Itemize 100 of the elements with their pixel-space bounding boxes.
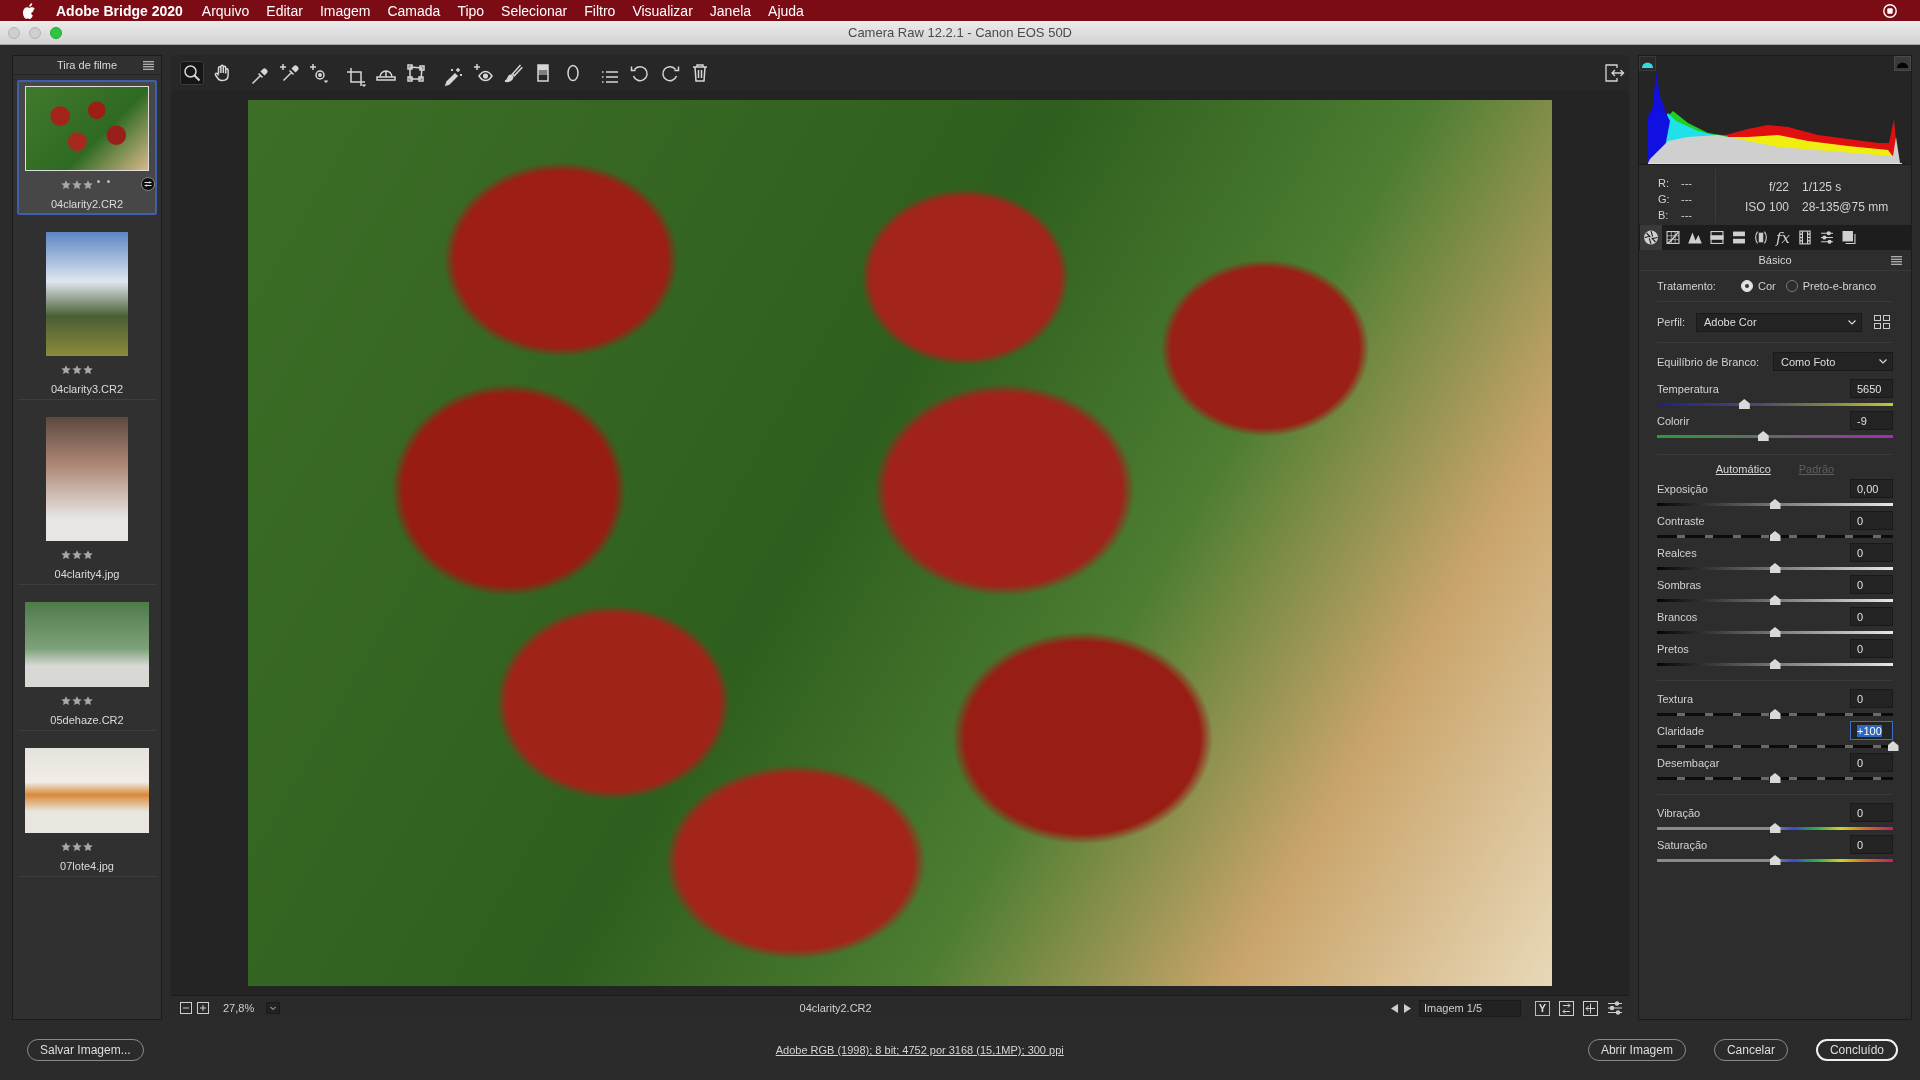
link[interactable]: Automático [1715,463,1771,475]
slider-thumb[interactable] [1769,499,1781,509]
filename-label: 04clarity4.jpg [54,567,120,582]
menu-item[interactable]: Janela [709,2,752,19]
radio-label[interactable]: Cor [1758,280,1776,292]
slider-thumb[interactable] [1738,399,1750,409]
exif-value: 28-135@75 mm [1802,200,1890,214]
zoom-level: 27,8% [223,1002,255,1014]
value-field[interactable]: 0 [1850,835,1893,854]
slider-thumb[interactable] [1769,823,1781,833]
exif-value: 1/125 s [1802,180,1843,194]
filmstrip-item[interactable]: 07lote4.jpg [17,731,157,877]
value-field[interactable]: 0 [1850,511,1893,530]
value-field[interactable]: 0 [1850,543,1893,562]
menu-icon[interactable] [1891,255,1902,265]
slider-thumb[interactable] [1769,773,1781,783]
value-field[interactable]: 0 [1850,575,1893,594]
slider-thumb[interactable] [1769,531,1781,541]
filename-label: 04clarity2.CR2 [50,197,124,212]
swap-icon[interactable] [1559,1000,1574,1016]
slider-label: Exposição [1657,482,1708,495]
caret-icon [1879,359,1887,364]
highlight-clipping-icon[interactable] [1894,56,1911,71]
menu-item[interactable]: Editar [266,2,303,19]
slider-thumb[interactable] [1769,659,1781,669]
star-icon [72,180,82,190]
fx-tab[interactable]: fx [1772,225,1794,250]
shadow-clipping-icon[interactable] [1639,56,1656,71]
profile-dropdown[interactable]: Adobe Cor [1696,312,1862,332]
star-icon [61,180,71,190]
save-image-button[interactable]: Salvar Imagem... [27,1039,144,1061]
slider-label: Textura [1657,692,1694,705]
slider-thumb[interactable] [1769,595,1781,605]
apple-icon[interactable] [22,2,36,19]
open-image-button[interactable]: Abrir Imagem [1587,1039,1686,1061]
arrow-box-icon[interactable] [1583,1000,1598,1016]
filename-label: 07lote4.jpg [60,859,114,874]
star-rating[interactable] [61,696,93,706]
value-field[interactable]: -9 [1850,411,1893,430]
window-title: Camera Raw 12.2.1 - Canon EOS 50D [847,25,1073,40]
panel-title: Básico [1757,254,1793,266]
value-field[interactable]: 0 [1850,803,1893,822]
previous-icon[interactable] [1391,1003,1398,1013]
menu-item[interactable]: Tipo [457,2,485,19]
double-arrow-box-icon[interactable] [1605,63,1625,82]
channel-label: R: [1658,177,1670,189]
star-icon [72,365,82,375]
slider-label: Pretos [1657,642,1689,655]
slider-thumb[interactable] [1769,855,1781,865]
menu-item[interactable]: Selecionar [501,2,568,19]
slider-thumb[interactable] [1769,709,1781,719]
slider-thumb[interactable] [1769,627,1781,637]
aperture-icon[interactable] [1640,225,1662,250]
zoom-in-icon[interactable] [197,1002,209,1014]
magnifier-icon[interactable] [180,60,204,85]
stop-icon[interactable] [1883,3,1897,18]
slider-label: Desembaçar [1657,756,1720,769]
star-rating[interactable] [61,550,93,560]
star-icon [72,842,82,852]
sliders-icon[interactable] [1607,1001,1623,1015]
star-rating[interactable] [61,365,93,375]
filmstrip-item[interactable]: 04clarity2.CR2 [17,80,157,215]
value-field[interactable]: 0 [1850,689,1893,708]
star-icon [83,365,93,375]
value-field[interactable]: 0,00 [1850,479,1893,498]
menu-item[interactable]: Camada [387,2,441,19]
radio-label[interactable]: Preto-e-branco [1802,280,1877,292]
filmstrip-item[interactable]: 04clarity4.jpg [17,400,157,585]
app-menu[interactable]: Adobe Bridge 2020 [56,2,183,19]
cancel-button[interactable]: Cancelar [1713,1039,1788,1061]
filmstrip-item[interactable]: 05dehaze.CR2 [17,585,157,731]
menu-item[interactable]: Imagem [319,2,371,19]
field-label: Perfil: [1657,316,1687,328]
value-field[interactable]: 0 [1850,639,1893,658]
menu-item[interactable]: Arquivo [201,2,250,19]
value-field[interactable]: 5650 [1850,379,1893,398]
exif-value: f/22 [1768,180,1789,194]
channel-label: B: [1658,209,1670,221]
balance-preset-dropdown[interactable]: Como Foto [1773,352,1893,371]
slider-label: Brancos [1657,610,1698,623]
star-rating[interactable] [61,180,113,190]
slider-thumb[interactable] [1757,431,1769,441]
menu-item[interactable]: Visualizar [632,2,693,19]
value-field[interactable]: 0 [1850,753,1893,772]
caret-icon[interactable] [266,1002,281,1014]
slider-thumb[interactable] [1769,563,1781,573]
value-field[interactable]: 0 [1850,607,1893,626]
before-after-button[interactable]: Y [1535,1000,1550,1016]
menu-icon[interactable] [143,60,154,70]
star-rating[interactable] [61,842,93,852]
slider-thumb[interactable] [1887,741,1899,751]
zoom-out-icon[interactable] [180,1002,192,1014]
next-icon[interactable] [1404,1003,1411,1013]
menu-item[interactable]: Ajuda [768,2,804,19]
done-button[interactable]: Concluído [1815,1039,1898,1061]
workflow-link[interactable]: Adobe RGB (1998); 8 bit; 4752 por 3168 (15,1MP); 300 ppi [775,1044,1064,1056]
filmstrip-item[interactable]: 04clarity3.CR2 [17,215,157,400]
grid-icon[interactable] [1874,315,1890,329]
value-field[interactable]: +100 [1850,721,1893,740]
menu-item[interactable]: Filtro [584,2,616,19]
